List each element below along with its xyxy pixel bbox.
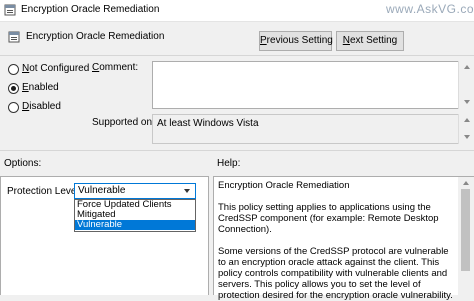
next-setting-access-key: N (342, 35, 350, 46)
scroll-up-arrow-icon[interactable] (464, 118, 470, 122)
scroll-down-arrow-icon[interactable] (464, 135, 470, 139)
radio-label: Not Configured (22, 63, 90, 74)
options-label: Options: (4, 158, 42, 169)
supported-on-value: At least Windows Vista (152, 114, 460, 144)
previous-setting-button[interactable]: Previous Setting (259, 31, 333, 51)
chevron-down-icon[interactable] (184, 189, 190, 193)
protection-level-label: Protection Level: (7, 186, 82, 197)
help-text: Encryption Oracle Remediation This polic… (218, 180, 454, 301)
radio-selected-dot (11, 86, 16, 91)
supported-on-label: Supported on: (92, 117, 155, 128)
help-paragraph: Some versions of the CredSSP protocol ar… (218, 246, 453, 301)
scroll-up-arrow-icon[interactable] (463, 181, 469, 185)
help-scrollbar-thumb[interactable] (461, 189, 470, 271)
next-setting-button[interactable]: Next Setting (336, 31, 404, 51)
next-setting-label: ext Setting (349, 35, 398, 46)
comment-scrollbar[interactable] (458, 61, 474, 109)
previous-setting-access-key: P (260, 35, 267, 46)
policy-settings-icon (8, 31, 20, 43)
previous-setting-label: revious Setting (266, 35, 333, 46)
section-divider (0, 150, 474, 151)
header-divider (0, 55, 474, 56)
radio-button[interactable] (8, 102, 19, 113)
comment-textarea[interactable] (152, 61, 460, 109)
help-label: Help: (217, 158, 241, 169)
scroll-down-arrow-icon[interactable] (464, 100, 470, 104)
scroll-up-arrow-icon[interactable] (464, 65, 470, 69)
help-paragraph: This policy setting applies to applicati… (218, 202, 439, 235)
dropdown-option-vulnerable[interactable]: Vulnerable (75, 220, 195, 230)
supported-scrollbar[interactable] (458, 114, 474, 144)
protection-level-value: Vulnerable (78, 185, 126, 196)
radio-button[interactable] (8, 83, 19, 94)
window-title: Encryption Oracle Remediation (21, 4, 160, 15)
policy-title: Encryption Oracle Remediation (26, 31, 165, 42)
help-paragraph: Encryption Oracle Remediation (218, 180, 350, 191)
policy-settings-icon (4, 4, 16, 16)
radio-button[interactable] (8, 64, 19, 75)
radio-label: Enabled (22, 82, 59, 93)
watermark: www.AskVG.com (386, 2, 474, 16)
comment-label: Comment: (92, 62, 139, 73)
radio-label: Disabled (22, 101, 61, 112)
